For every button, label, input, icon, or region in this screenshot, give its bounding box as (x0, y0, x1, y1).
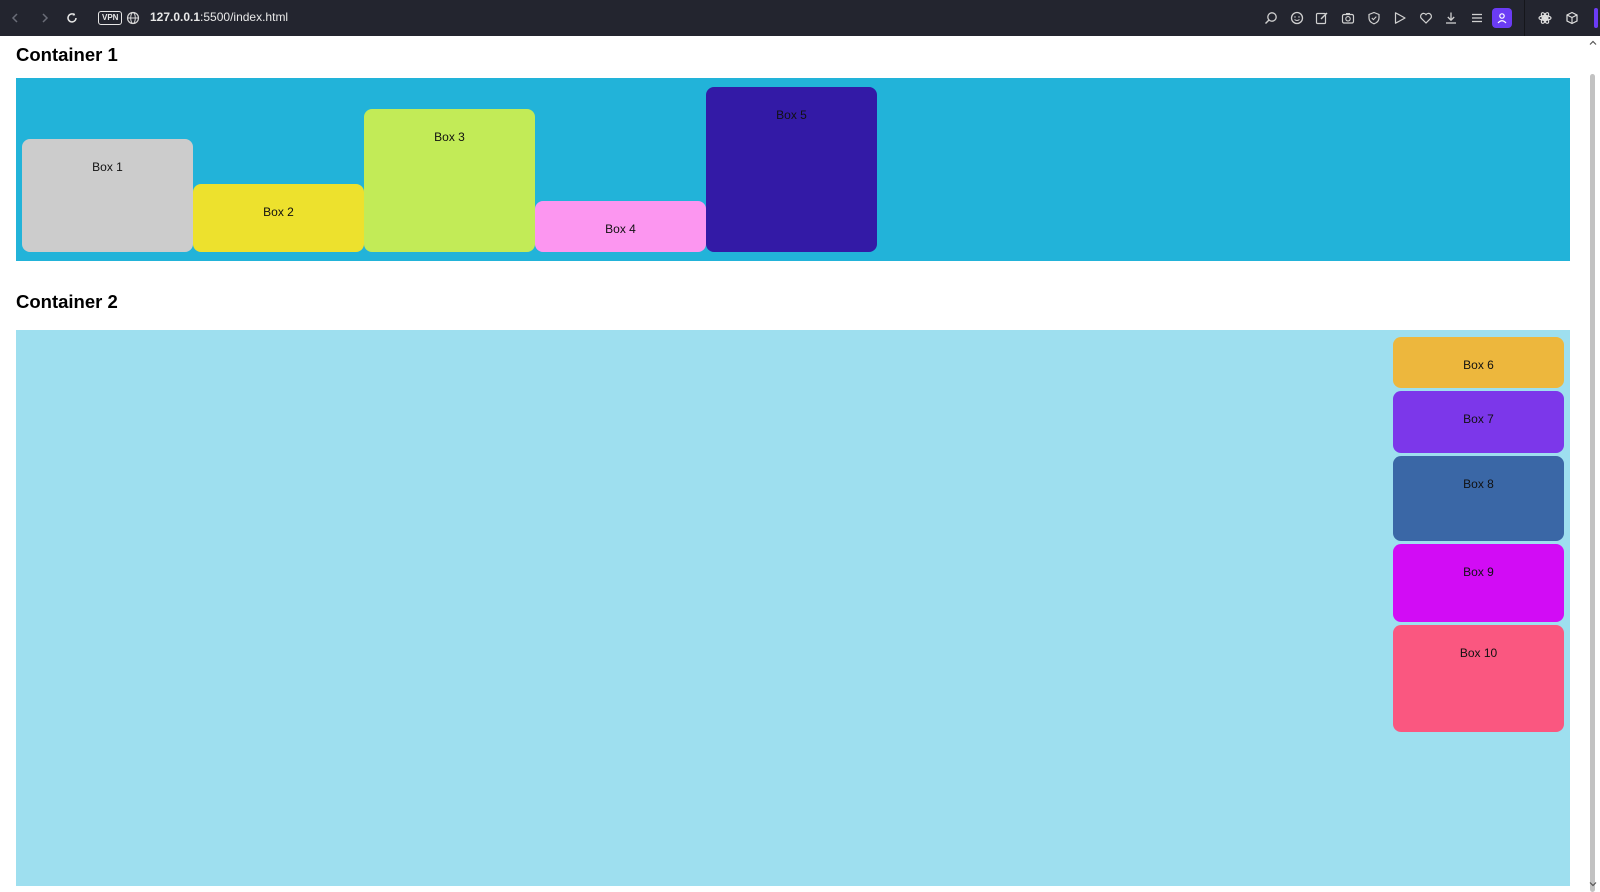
container-2-heading: Container 2 (16, 291, 118, 312)
box-4[interactable]: Box 4 (535, 201, 706, 252)
container-1-heading: Container 1 (16, 44, 118, 65)
page-scrollbar[interactable] (1586, 37, 1600, 892)
reload-icon[interactable] (60, 6, 84, 30)
toolbar-icons (1258, 8, 1490, 28)
box-5[interactable]: Box 5 (706, 87, 877, 252)
sidebar-accent (1594, 8, 1598, 28)
send-icon[interactable] (1387, 8, 1413, 28)
box-9[interactable]: Box 9 (1393, 544, 1564, 622)
address-bar[interactable]: 127.0.0.1:5500/index.html (150, 10, 288, 24)
globe-icon[interactable] (126, 11, 140, 25)
browser-toolbar: VPN 127.0.0.1:5500/index.html (0, 0, 1600, 36)
box-6[interactable]: Box 6 (1393, 337, 1564, 388)
container-1: Box 1 Box 2 Box 3 Box 4 Box 5 (16, 78, 1570, 261)
toolbar-divider (1524, 0, 1525, 36)
box-3[interactable]: Box 3 (364, 109, 535, 252)
heart-icon[interactable] (1413, 8, 1439, 28)
scroll-down-icon[interactable] (1589, 880, 1597, 888)
vpn-badge[interactable]: VPN (98, 11, 123, 25)
menu-icon[interactable] (1464, 8, 1490, 28)
box-column: Box 6 Box 7 Box 8 Box 9 Box 10 (1393, 337, 1564, 732)
box-1[interactable]: Box 1 (22, 139, 193, 252)
box-7[interactable]: Box 7 (1393, 391, 1564, 453)
shield-icon[interactable] (1361, 8, 1387, 28)
box-2[interactable]: Box 2 (193, 184, 364, 252)
zoom-icon[interactable] (1258, 8, 1284, 28)
download-icon[interactable] (1439, 8, 1465, 28)
profile-icon[interactable] (1492, 8, 1512, 28)
extensions-icon[interactable] (1536, 9, 1554, 27)
url-host: 127.0.0.1 (150, 10, 201, 24)
camera-icon[interactable] (1335, 8, 1361, 28)
cube-icon[interactable] (1563, 9, 1581, 27)
container-2: Box 6 Box 7 Box 8 Box 9 Box 10 (16, 330, 1570, 886)
edit-icon[interactable] (1310, 8, 1336, 28)
scroll-thumb[interactable] (1590, 74, 1595, 892)
box-8[interactable]: Box 8 (1393, 456, 1564, 541)
url-path: :5500/index.html (200, 10, 289, 24)
back-icon[interactable] (3, 6, 27, 30)
scroll-up-icon[interactable] (1589, 39, 1597, 47)
emoji-icon[interactable] (1284, 8, 1310, 28)
forward-icon[interactable] (33, 6, 57, 30)
box-10[interactable]: Box 10 (1393, 625, 1564, 732)
page-content: Container 1 Box 1 Box 2 Box 3 Box 4 Box … (0, 37, 1586, 892)
